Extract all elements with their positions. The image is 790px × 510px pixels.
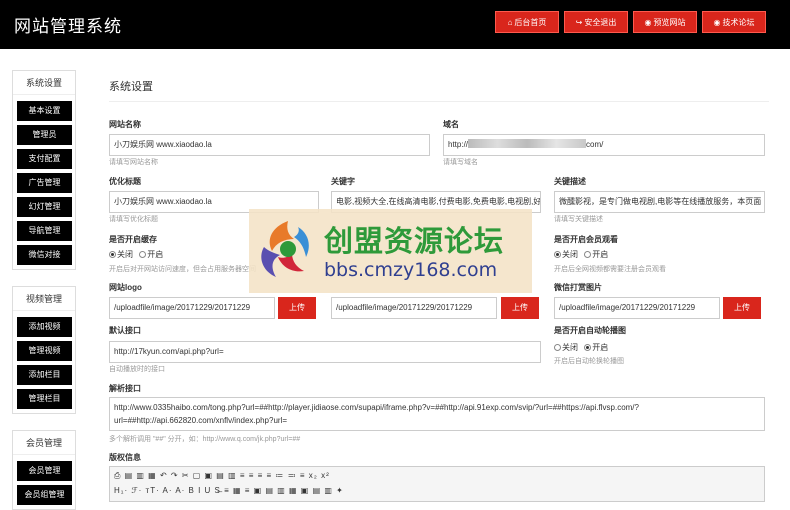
logout-icon: ↪ (575, 18, 583, 27)
description-hint: 请填写关键描述 (554, 216, 603, 223)
eye-icon: ◉ (644, 18, 652, 27)
description-label: 关键描述 (554, 177, 586, 186)
sidebar-item-wechat[interactable]: 微信对接 (17, 245, 72, 265)
rich-editor-toolbar: ⎙ ▤ ▥ ▦ ↶ ↷ ✂ ▢ ▣ ▤ ▥ ≡ ≡ ≡ ≡ ≔ ≕ ≡ x₂ x… (109, 466, 765, 502)
cache-hint: 开启后对开网站访问速度，但会占用服务器空间 (109, 266, 256, 273)
page-title: 系统设置 (109, 81, 153, 93)
member-view-hint: 开启后全网视频都需要注册会员观看 (554, 266, 666, 273)
watermark-url: bbs.cmzy168.com (324, 259, 498, 281)
logo-upload-button[interactable]: 上传 (278, 297, 316, 319)
cache-on-radio[interactable] (139, 251, 147, 258)
cache-off-radio[interactable] (109, 251, 116, 258)
site-name-input[interactable]: 小刀娱乐网 www.xiaodao.la (109, 134, 430, 156)
editor-toolbar-row-1[interactable]: ⎙ ▤ ▥ ▦ ↶ ↷ ✂ ▢ ▣ ▤ ▥ ≡ ≡ ≡ ≡ ≔ ≕ ≡ x₂ x… (114, 471, 330, 481)
domain-label: 域名 (443, 120, 459, 129)
domain-input[interactable]: http://com/ (443, 134, 765, 156)
wechat-pic-input[interactable]: /uploadfile/image/20171229/20171229 (554, 297, 720, 319)
autoplay-label: 是否开启自动轮播图 (554, 326, 626, 335)
watermark-title: 创盟资源论坛 (324, 224, 505, 258)
autoplay-hint: 开启后自动轮换轮播图 (554, 358, 624, 365)
description-input[interactable]: 微醺影视，是专门做电视剧,电影等在线播放服务，本页面 (554, 191, 765, 213)
wechat-pic-label: 微信打赏图片 (554, 283, 602, 292)
domain-hint: 请填写域名 (443, 159, 478, 166)
autoplay-radio-group: 关闭 开启 (554, 342, 608, 353)
logo-label: 网站logo (109, 283, 142, 292)
logo-path-input[interactable]: /uploadfile/image/20171229/20171229 (109, 297, 275, 319)
member-view-on-radio[interactable] (584, 251, 592, 258)
cache-label: 是否开启缓存 (109, 235, 157, 244)
sidebar-section-title: 视频管理 (13, 287, 75, 311)
image-path-input[interactable]: /uploadfile/image/20171229/20171229 (331, 297, 497, 319)
editor-toolbar-row-2[interactable]: H₁· ℱ· ᴛT· A· A· B I U S̶ ≡ ▦ ≡ ▣ ▤ ▥ ▦ … (114, 486, 344, 495)
sidebar-item-manage-video[interactable]: 管理视频 (17, 341, 72, 361)
keywords-label: 关键字 (331, 177, 355, 186)
sidebar-item-slides[interactable]: 幻灯管理 (17, 197, 72, 217)
seo-title-hint: 请填写优化标题 (109, 216, 158, 223)
title-divider (109, 101, 769, 102)
parse-api-label: 解析接口 (109, 384, 141, 393)
image-upload-button[interactable]: 上传 (501, 297, 539, 319)
site-name-label: 网站名称 (109, 120, 141, 129)
home-icon: ⌂ (507, 18, 513, 27)
sidebar-item-member-groups[interactable]: 会员组管理 (17, 485, 72, 505)
sidebar-item-ads[interactable]: 广告管理 (17, 173, 72, 193)
sidebar-item-payment[interactable]: 支付配置 (17, 149, 72, 169)
cache-radio-group: 关闭 开启 (109, 249, 163, 260)
app-title: 网站管理系统 (14, 17, 122, 37)
sidebar-item-navigation[interactable]: 导航管理 (17, 221, 72, 241)
preview-site-button[interactable]: ◉ 预览网站 (633, 11, 697, 33)
wechat-pic-upload-button[interactable]: 上传 (723, 297, 761, 319)
redacted-domain (468, 139, 587, 148)
admin-home-button[interactable]: ⌂ 后台首页 (495, 11, 559, 33)
parse-api-hint: 多个解析调用 "##" 分开，如：http://www.q.com/jk.php… (109, 436, 301, 443)
sidebar-item-basic-settings[interactable]: 基本设置 (17, 101, 72, 121)
sidebar-panel-member: 会员管理 会员管理 会员组管理 (12, 430, 76, 510)
sidebar-section-title: 会员管理 (13, 431, 75, 455)
sidebar-panel-system: 系统设置 基本设置 管理员 支付配置 广告管理 幻灯管理 导航管理 微信对接 (12, 70, 76, 270)
member-view-label: 是否开启会员观看 (554, 235, 618, 244)
parse-api-textarea[interactable]: http://www.0335haibo.com/tong.php?url=##… (109, 397, 765, 431)
autoplay-on-radio[interactable] (584, 344, 592, 351)
sidebar-item-add-category[interactable]: 添加栏目 (17, 365, 72, 385)
sidebar-item-add-video[interactable]: 添加视频 (17, 317, 72, 337)
forum-logo-icon (261, 221, 309, 277)
member-view-off-radio[interactable] (554, 251, 561, 258)
default-api-label: 默认接口 (109, 326, 141, 335)
sidebar-item-members[interactable]: 会员管理 (17, 461, 72, 481)
eye-icon: ◉ (713, 18, 721, 27)
member-view-radio-group: 关闭 开启 (554, 249, 608, 260)
seo-title-label: 优化标题 (109, 177, 141, 186)
sidebar-item-manage-category[interactable]: 管理栏目 (17, 389, 72, 409)
tech-forum-button[interactable]: ◉ 技术论坛 (702, 11, 766, 33)
default-api-hint: 自动播放时的接口 (109, 366, 165, 373)
site-name-hint: 请填写网站名称 (109, 159, 158, 166)
autoplay-off-radio[interactable] (554, 344, 561, 351)
sidebar-panel-video: 视频管理 添加视频 管理视频 添加栏目 管理栏目 (12, 286, 76, 414)
logout-button[interactable]: ↪ 安全退出 (564, 11, 628, 33)
sidebar-item-admins[interactable]: 管理员 (17, 125, 72, 145)
watermark-overlay: 创盟资源论坛 bbs.cmzy168.com (249, 209, 532, 293)
copyright-label: 版权信息 (109, 453, 141, 462)
default-api-input[interactable]: http://17kyun.com/api.php?url= (109, 341, 541, 363)
top-header: 网站管理系统 ⌂ 后台首页 ↪ 安全退出 ◉ 预览网站 ◉ 技术论坛 (0, 0, 790, 49)
sidebar-section-title: 系统设置 (13, 71, 75, 95)
